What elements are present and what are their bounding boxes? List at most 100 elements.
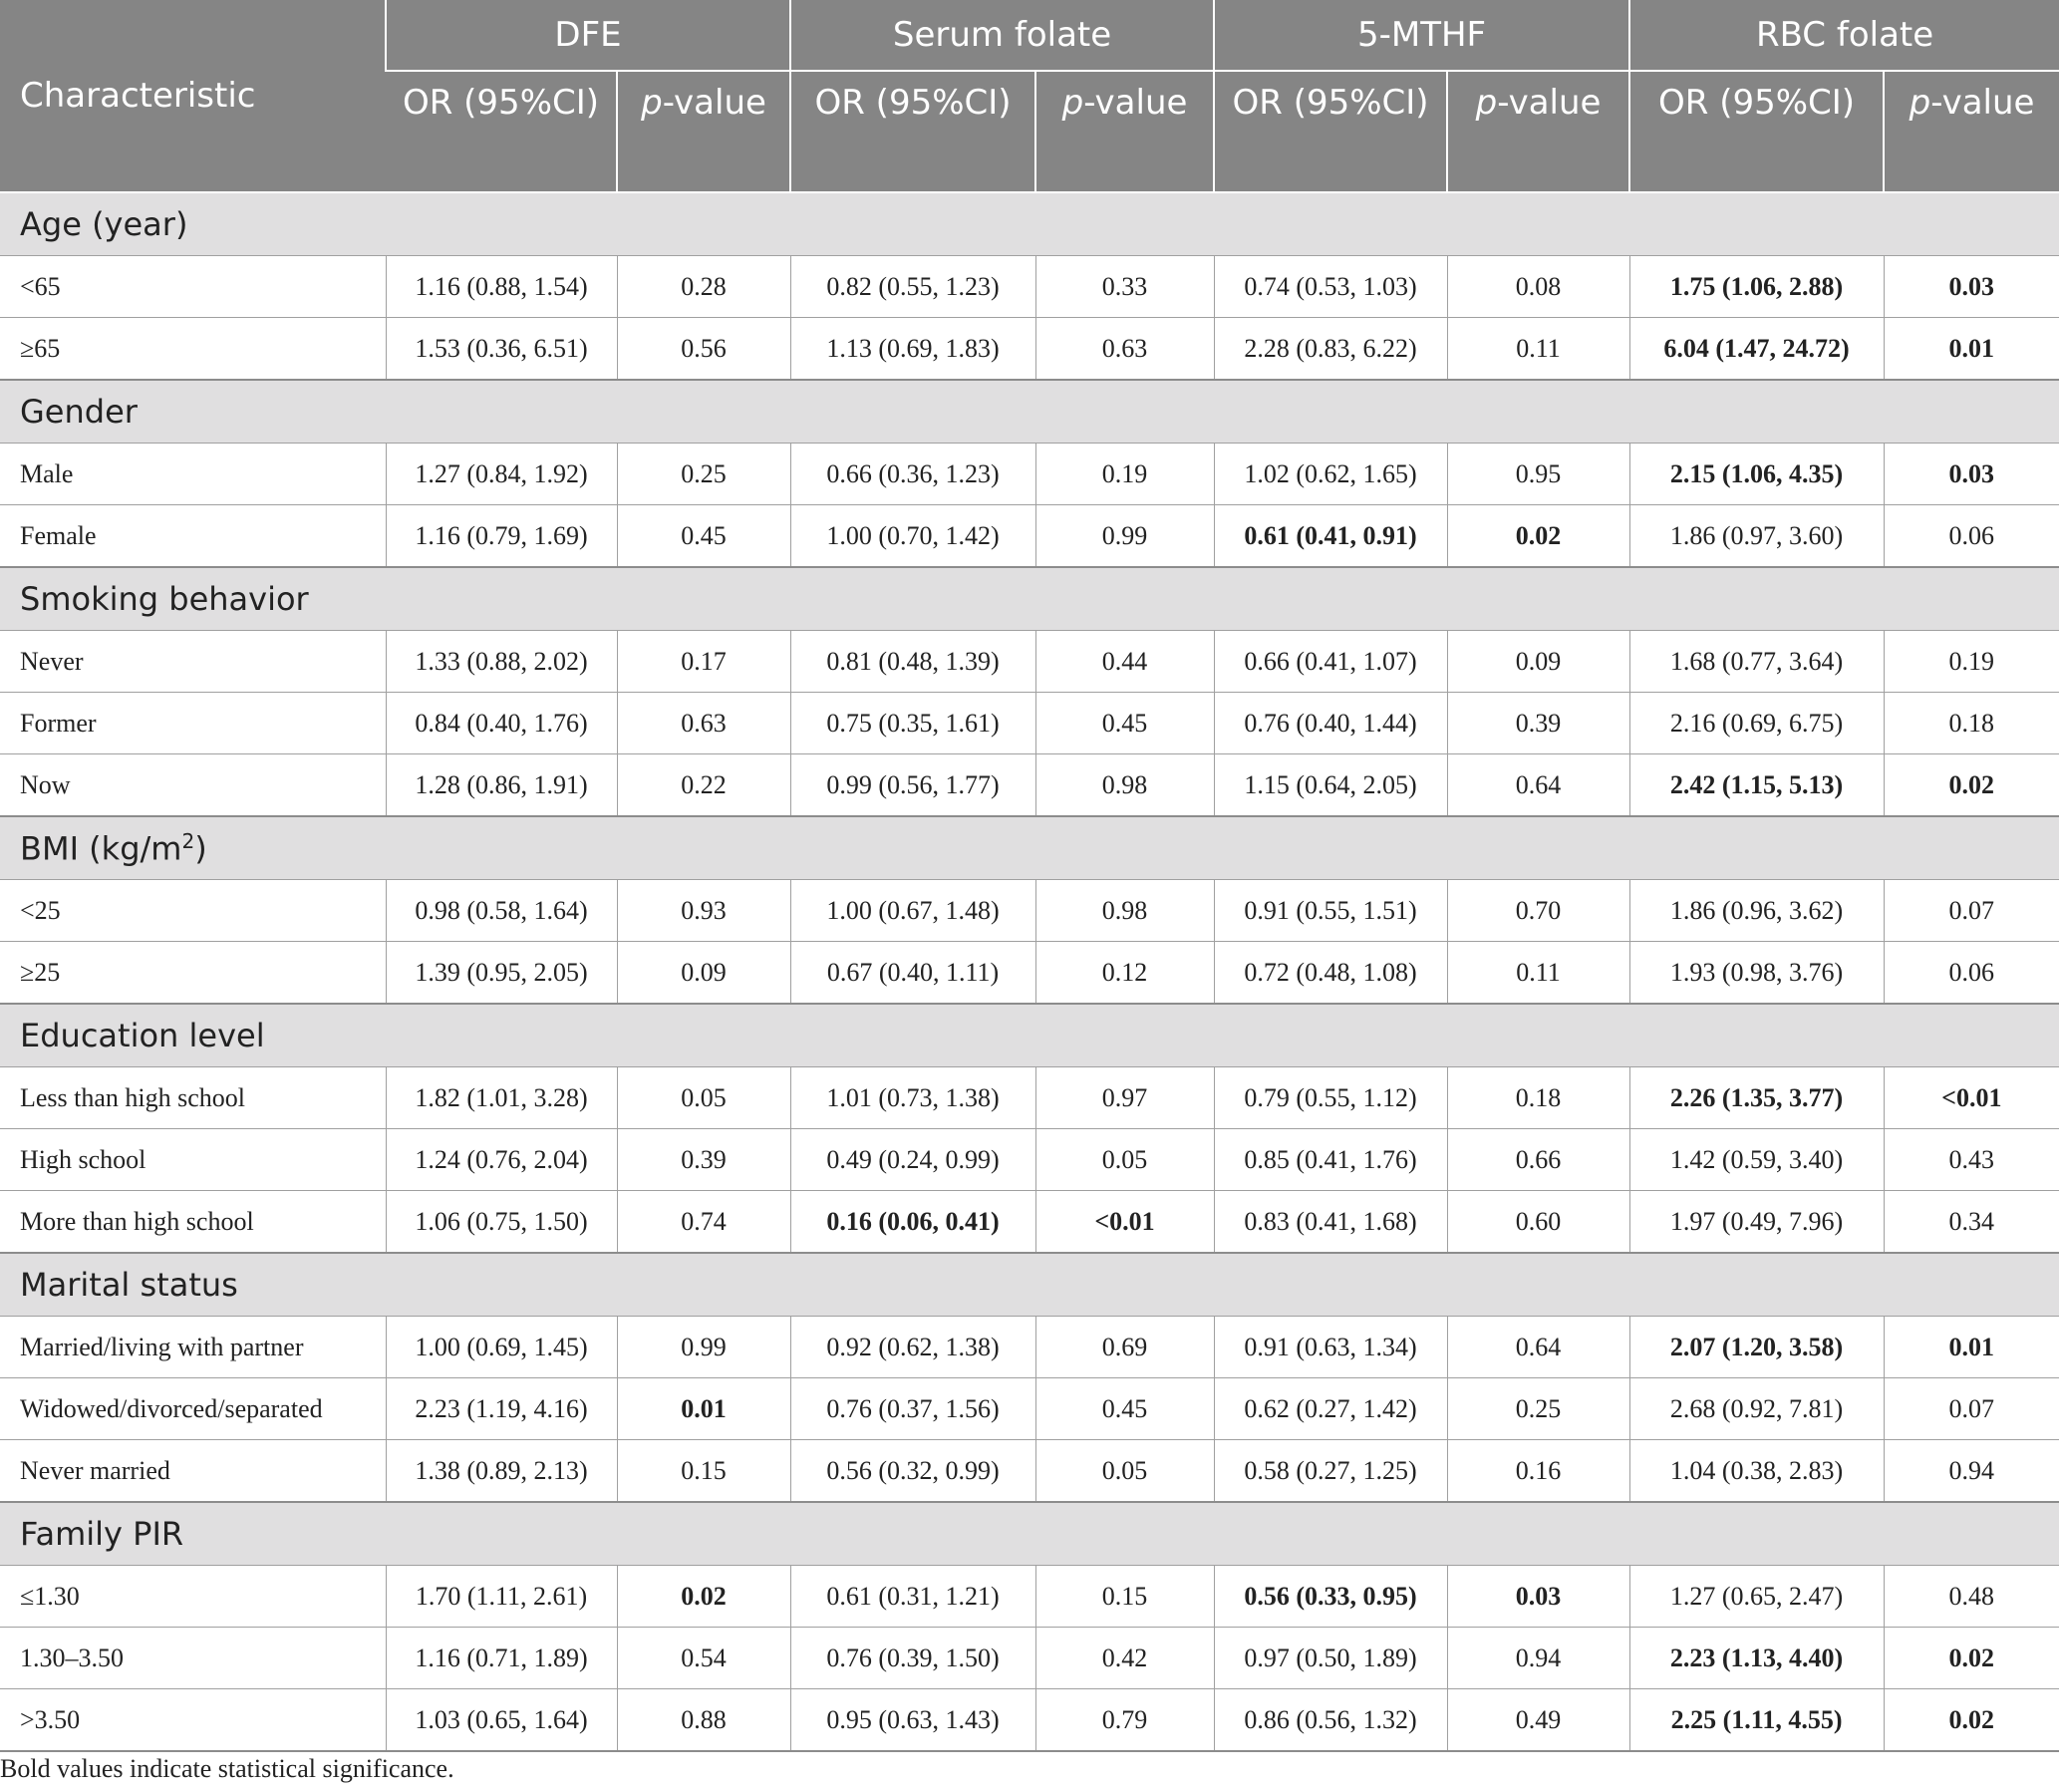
or-ci-cell: 0.74 (0.53, 1.03): [1213, 255, 1448, 318]
p-value-cell: 0.19: [1034, 443, 1215, 505]
or-ci-cell: 1.97 (0.49, 7.96): [1628, 1190, 1885, 1253]
p-value-cell: 0.12: [1034, 941, 1215, 1004]
p-italic: p: [1909, 83, 1931, 123]
p-value-cell: 0.79: [1034, 1688, 1215, 1752]
or-ci-cell: 0.76 (0.39, 1.50): [789, 1627, 1036, 1689]
or-ci-cell: 0.85 (0.41, 1.76): [1213, 1128, 1448, 1191]
section-title: Marital status: [0, 1252, 2059, 1317]
p-value-cell: 0.05: [616, 1066, 791, 1129]
or-ci-cell: 1.03 (0.65, 1.64): [385, 1688, 617, 1752]
p-value-cell: 0.43: [1883, 1128, 2059, 1191]
or-ci-cell: 0.92 (0.62, 1.38): [789, 1316, 1036, 1378]
row-label: Married/living with partner: [0, 1316, 386, 1378]
table-row: Never 1.33 (0.88, 2.02) 0.17 0.81 (0.48, 1.…: [0, 630, 2059, 693]
header-or-rbc: OR (95%CI): [1628, 71, 1885, 193]
header-pvalue-5mthf: p-value: [1446, 71, 1630, 193]
p-value-cell: 0.93: [616, 879, 791, 942]
or-ci-cell: 1.16 (0.88, 1.54): [385, 255, 617, 318]
p-value-cell: 0.56: [616, 317, 791, 380]
results-table-container: Characteristic DFE Serum folate 5-MTHF R…: [0, 0, 2059, 1783]
section-title: BMI (kg/m2): [0, 815, 2059, 880]
or-ci-cell: 0.98 (0.58, 1.64): [385, 879, 617, 942]
p-value-cell: 0.70: [1446, 879, 1630, 942]
p-value-cell: 0.19: [1883, 630, 2059, 693]
p-value-cell: 0.18: [1446, 1066, 1630, 1129]
or-ci-cell: 1.00 (0.69, 1.45): [385, 1316, 617, 1378]
or-ci-cell: 2.28 (0.83, 6.22): [1213, 317, 1448, 380]
section-title: Age (year): [0, 191, 2059, 256]
row-label: Female: [0, 504, 386, 567]
p-value-cell: 0.03: [1883, 443, 2059, 505]
table-row: Widowed/divorced/separated 2.23 (1.19, 4.…: [0, 1377, 2059, 1440]
p-value-cell: 0.39: [1446, 692, 1630, 754]
or-ci-cell: 1.86 (0.97, 3.60): [1628, 504, 1885, 567]
header-pvalue-rbc: p-value: [1883, 71, 2059, 193]
or-ci-cell: 0.16 (0.06, 0.41): [789, 1190, 1036, 1253]
header-pvalue-dfe: p-value: [615, 71, 791, 193]
p-value-cell: 0.17: [616, 630, 791, 693]
section-title-text: Marital status: [20, 1266, 238, 1304]
row-label: Former: [0, 692, 386, 754]
or-ci-cell: 0.81 (0.48, 1.39): [789, 630, 1036, 693]
p-value-cell: 0.06: [1883, 941, 2059, 1004]
p-value-cell: 0.64: [1446, 753, 1630, 816]
or-ci-cell: 0.66 (0.36, 1.23): [789, 443, 1036, 505]
or-ci-cell: 0.67 (0.40, 1.11): [789, 941, 1036, 1004]
p-value-cell: 0.11: [1446, 941, 1630, 1004]
section-title-text: Education level: [20, 1017, 265, 1054]
table-row: ≤1.30 1.70 (1.11, 2.61) 0.02 0.61 (0.31, 1.…: [0, 1565, 2059, 1628]
or-ci-cell: 1.27 (0.84, 1.92): [385, 443, 617, 505]
p-value-cell: 0.02: [1883, 1627, 2059, 1689]
p-value-cell: 0.94: [1446, 1627, 1630, 1689]
p-value-cell: 0.07: [1883, 879, 2059, 942]
header-or-dfe: OR (95%CI): [386, 71, 617, 193]
section-title: Gender: [0, 379, 2059, 444]
header-or-serum: OR (95%CI): [789, 71, 1036, 193]
row-label: Never: [0, 630, 386, 693]
p-value-cell: 0.33: [1034, 255, 1215, 318]
section-header-row: Smoking behavior: [0, 566, 2059, 631]
section-header-row: BMI (kg/m2): [0, 815, 2059, 880]
p-value-cell: 0.03: [1446, 1565, 1630, 1628]
or-ci-cell: 0.66 (0.41, 1.07): [1213, 630, 1448, 693]
table-row: 1.30–3.50 1.16 (0.71, 1.89) 0.54 0.76 (0.39…: [0, 1627, 2059, 1689]
table-row: Now 1.28 (0.86, 1.91) 0.22 0.99 (0.56, 1.77…: [0, 753, 2059, 816]
or-ci-cell: 0.79 (0.55, 1.12): [1213, 1066, 1448, 1129]
table-row: <25 0.98 (0.58, 1.64) 0.93 1.00 (0.67, 1.48…: [0, 879, 2059, 942]
or-ci-cell: 1.00 (0.70, 1.42): [789, 504, 1036, 567]
or-ci-cell: 0.97 (0.50, 1.89): [1213, 1627, 1448, 1689]
or-ci-cell: 0.84 (0.40, 1.76): [385, 692, 617, 754]
or-ci-cell: 2.25 (1.11, 4.55): [1628, 1688, 1885, 1752]
p-value-cell: 0.69: [1034, 1316, 1215, 1378]
or-ci-cell: 2.68 (0.92, 7.81): [1628, 1377, 1885, 1440]
section-title-text: Family PIR: [20, 1515, 184, 1553]
or-ci-cell: 0.82 (0.55, 1.23): [789, 255, 1036, 318]
p-value-cell: 0.02: [1446, 504, 1630, 567]
or-ci-cell: 0.76 (0.40, 1.44): [1213, 692, 1448, 754]
section-header-row: Marital status: [0, 1252, 2059, 1317]
p-value-cell: 0.15: [1034, 1565, 1215, 1628]
table-body: Age (year) <65 1.16 (0.88, 1.54) 0.28 0.82 (…: [0, 191, 2059, 1752]
or-ci-cell: 1.00 (0.67, 1.48): [789, 879, 1036, 942]
table-row: Less than high school 1.82 (1.01, 3.28) 0.…: [0, 1066, 2059, 1129]
table-row: Male 1.27 (0.84, 1.92) 0.25 0.66 (0.36, 1.2…: [0, 443, 2059, 505]
or-ci-cell: 0.56 (0.33, 0.95): [1213, 1565, 1448, 1628]
row-label: >3.50: [0, 1688, 386, 1752]
section-title: Education level: [0, 1003, 2059, 1067]
or-ci-cell: 0.62 (0.27, 1.42): [1213, 1377, 1448, 1440]
or-ci-cell: 0.86 (0.56, 1.32): [1213, 1688, 1448, 1752]
or-ci-cell: 0.72 (0.48, 1.08): [1213, 941, 1448, 1004]
p-value-cell: 0.16: [1446, 1439, 1630, 1502]
or-ci-cell: 1.02 (0.62, 1.65): [1213, 443, 1448, 505]
or-ci-cell: 1.68 (0.77, 3.64): [1628, 630, 1885, 693]
p-value-cell: 0.64: [1446, 1316, 1630, 1378]
p-value-cell: 0.42: [1034, 1627, 1215, 1689]
section-title-text: Gender: [20, 393, 138, 431]
table-row: Female 1.16 (0.79, 1.69) 0.45 1.00 (0.70, 1…: [0, 504, 2059, 567]
table-row: Former 0.84 (0.40, 1.76) 0.63 0.75 (0.35, 1…: [0, 692, 2059, 754]
row-label: Male: [0, 443, 386, 505]
header-pvalue-serum: p-value: [1034, 71, 1215, 193]
section-header-row: Gender: [0, 379, 2059, 444]
p-value-cell: 0.02: [1883, 753, 2059, 816]
or-ci-cell: 0.95 (0.63, 1.43): [789, 1688, 1036, 1752]
